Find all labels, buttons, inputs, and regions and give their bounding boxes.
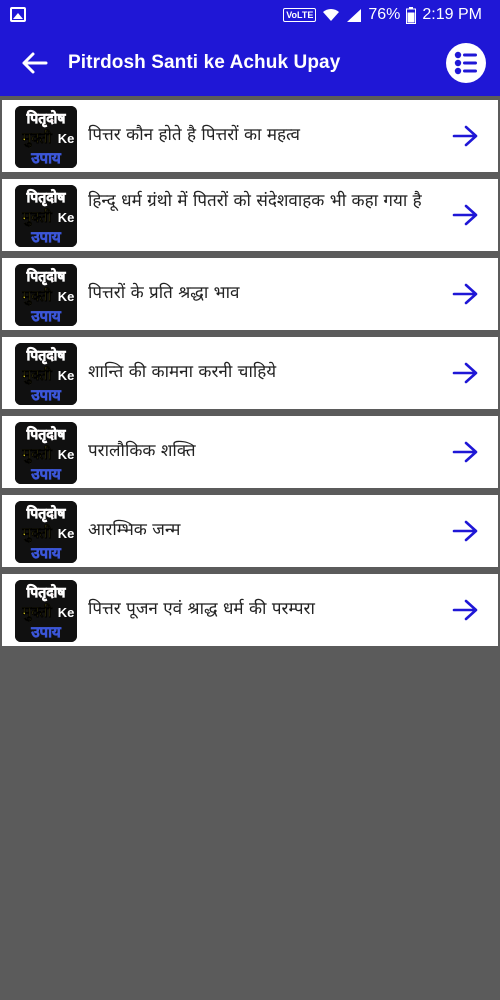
list-item-label: परालौकिक शक्ति: [88, 441, 196, 461]
list-item-label: आरम्भिक जन्म: [88, 520, 181, 540]
thumb-line2b: Ke: [58, 605, 75, 620]
thumb-line3: उपाय: [30, 228, 62, 246]
gallery-icon: [10, 7, 26, 22]
thumb-line2: मुक्ती: [21, 366, 53, 385]
menu-button[interactable]: [446, 43, 486, 83]
thumb-line2: मुक्ती: [21, 287, 53, 306]
thumb-line1: पितृदोष: [26, 268, 67, 286]
arrow-right-icon: [452, 520, 478, 542]
list-item[interactable]: पितृदोष मुक्ती Ke उपाय पित्तर कौन होते ह…: [2, 100, 498, 172]
page-title: Pitrdosh Santi ke Achuk Upay: [68, 52, 341, 73]
thumb-line2: मुक्ती: [21, 129, 53, 148]
thumb-line2: मुक्ती: [21, 524, 53, 543]
list-item[interactable]: पितृदोष मुक्ती Ke उपाय आरम्भिक जन्म: [2, 495, 498, 567]
battery-icon: [406, 6, 417, 24]
list-item[interactable]: पितृदोष मुक्ती Ke उपाय शान्ति की कामना क…: [2, 337, 498, 409]
thumb-line2b: Ke: [58, 210, 75, 225]
thumb-line1: पितृदोष: [26, 110, 67, 128]
thumb-line2b: Ke: [58, 526, 75, 541]
list-item[interactable]: पितृदोष मुक्ती Ke उपाय परालौकिक शक्ति: [2, 416, 498, 488]
arrow-right-icon: [452, 599, 478, 621]
list-item-label: पित्तरों के प्रति श्रद्धा भाव: [88, 283, 240, 303]
status-bar: VoLTE 76% 2:19 PM: [0, 0, 500, 30]
arrow-right-icon: [452, 362, 478, 384]
thumb-line2: मुक्ती: [21, 603, 53, 622]
list-item-label: हिन्दू धर्म ग्रंथो में पितरों को संदेशवा…: [88, 191, 422, 211]
thumbnail-image: पितृदोष मुक्ती Ke उपाय: [15, 106, 77, 168]
list-item-label: पित्तर कौन होते है पित्तरों का महत्व: [88, 125, 300, 145]
list-menu-icon: [454, 51, 477, 75]
list-item-label: शान्ति की कामना करनी चाहिये: [88, 362, 277, 382]
list-item[interactable]: पितृदोष मुक्ती Ke उपाय पित्तर पूजन एवं श…: [2, 574, 498, 646]
thumbnail-image: पितृदोष मुक्ती Ke उपाय: [15, 264, 77, 326]
battery-percent: 76%: [368, 6, 401, 23]
thumbnail-image: पितृदोष मुक्ती Ke उपाय: [15, 422, 77, 484]
thumbnail-image: पितृदोष मुक्ती Ke उपाय: [15, 580, 77, 642]
arrow-left-icon[interactable]: [18, 47, 50, 79]
list-item-label: पित्तर पूजन एवं श्राद्ध धर्म की परम्परा: [88, 599, 315, 619]
thumb-line2b: Ke: [58, 131, 75, 146]
thumb-line1: पितृदोष: [26, 505, 67, 523]
arrow-right-icon: [452, 283, 478, 305]
list-item[interactable]: पितृदोष मुक्ती Ke उपाय पित्तरों के प्रति…: [2, 258, 498, 330]
thumb-line3: उपाय: [30, 623, 62, 641]
thumb-line3: उपाय: [30, 307, 62, 325]
thumb-line2b: Ke: [58, 368, 75, 383]
thumb-line3: उपाय: [30, 386, 62, 404]
thumbnail-image: पितृदोष मुक्ती Ke उपाय: [15, 185, 77, 247]
app-bar: Pitrdosh Santi ke Achuk Upay: [0, 30, 500, 96]
thumb-line3: उपाय: [30, 465, 62, 483]
thumb-line1: पितृदोष: [26, 189, 67, 207]
thumb-line2b: Ke: [58, 289, 75, 304]
arrow-right-icon: [452, 204, 478, 226]
thumbnail-image: पितृदोष मुक्ती Ke उपाय: [15, 343, 77, 405]
list-item[interactable]: पितृदोष मुक्ती Ke उपाय हिन्दू धर्म ग्रंथ…: [2, 179, 498, 251]
thumb-line2: मुक्ती: [21, 445, 53, 464]
volte-badge: VoLTE: [283, 8, 317, 22]
thumb-line2: मुक्ती: [21, 208, 53, 227]
clock: 2:19 PM: [422, 6, 482, 23]
thumb-line2b: Ke: [58, 447, 75, 462]
arrow-right-icon: [452, 441, 478, 463]
thumb-line3: उपाय: [30, 149, 62, 167]
thumb-line1: पितृदोष: [26, 426, 67, 444]
thumb-line1: पितृदोष: [26, 584, 67, 602]
wifi-icon: [323, 8, 340, 21]
thumb-line3: उपाय: [30, 544, 62, 562]
signal-icon: [347, 8, 362, 22]
arrow-right-icon: [452, 125, 478, 147]
thumbnail-image: पितृदोष मुक्ती Ke उपाय: [15, 501, 77, 563]
thumb-line1: पितृदोष: [26, 347, 67, 365]
status-right: VoLTE 76% 2:19 PM: [283, 5, 482, 25]
